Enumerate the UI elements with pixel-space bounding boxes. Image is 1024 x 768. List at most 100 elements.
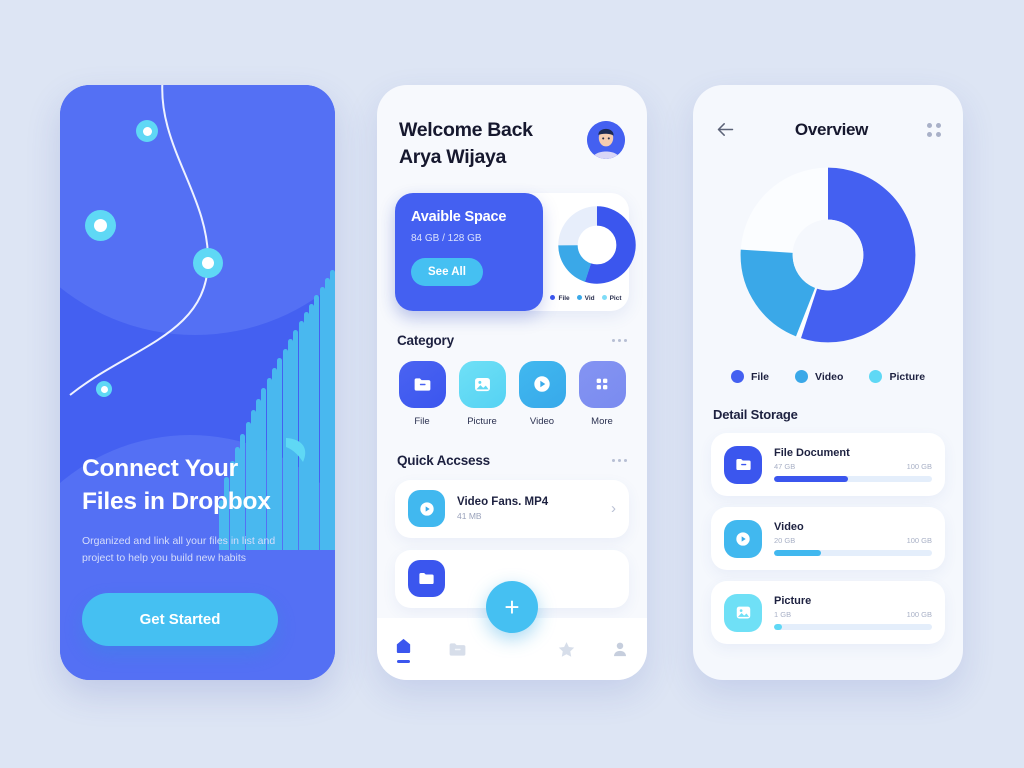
storage-used-video: 20 GB: [774, 536, 796, 545]
person-icon: [614, 642, 627, 657]
mini-legend-item-1: Vid: [576, 294, 595, 302]
quick-access-item-video[interactable]: Video Fans. MP4 41 MB ›: [395, 479, 629, 538]
chart-legend: File Video Picture: [693, 370, 963, 383]
category-label-picture: Picture: [467, 415, 497, 427]
legend-dot-file: [730, 370, 744, 383]
detail-storage-title: Detail Storage: [713, 407, 798, 422]
onboarding-title: Connect Your Files in Dropbox: [82, 452, 313, 519]
mini-chart-legend: File Vid Pict: [547, 294, 625, 302]
welcome-line1: Welcome Back: [399, 119, 533, 141]
legend-dot-video: [795, 370, 809, 383]
storage-row-file[interactable]: File Document 47 GB 100 GB: [711, 433, 945, 496]
quick-access-section-header: Quick Accsess: [377, 453, 647, 468]
category-more-icon[interactable]: [612, 338, 627, 342]
grid-icon: [578, 360, 626, 408]
image-icon: [458, 360, 506, 408]
onboarding-subtitle-line1: Organized and link all your files in lis…: [82, 535, 276, 548]
curve-node-3: [193, 248, 223, 278]
add-button[interactable]: +: [486, 581, 538, 633]
chevron-right-icon[interactable]: ›: [611, 500, 616, 517]
curve-node-2: [85, 210, 116, 241]
curve-node-4: [96, 381, 112, 397]
storage-row-picture[interactable]: Picture 1 GB 100 GB: [711, 581, 945, 644]
folder-icon: [408, 560, 445, 598]
image-icon: [724, 593, 762, 632]
onboarding-content: Connect Your Files in Dropbox Organized …: [60, 452, 335, 680]
storage-meta-picture: 1 GB 100 GB: [774, 610, 932, 619]
nav-item-home[interactable]: [385, 636, 423, 663]
quick-access-name: Video Fans. MP4: [457, 496, 549, 509]
connection-curve: [69, 85, 210, 396]
play-icon: [408, 490, 445, 528]
available-space-card: Avaible Space 84 GB / 128 GB See All Fil…: [395, 192, 636, 311]
storage-used-file: 47 GB: [774, 462, 796, 471]
nav-active-indicator: [397, 659, 411, 663]
curve-node-1: [136, 120, 158, 142]
arrow-left-icon[interactable]: [715, 119, 736, 140]
category-item-picture[interactable]: Picture: [457, 360, 507, 427]
onboarding-title-line1: Connect Your: [82, 454, 238, 482]
legend-item-video: Video: [795, 370, 843, 383]
progress-track-picture: [774, 624, 932, 630]
category-label-more: More: [591, 415, 613, 427]
play-icon: [518, 360, 566, 408]
legend-label-picture: Picture: [889, 370, 926, 383]
quick-access-more-icon[interactable]: [612, 458, 627, 462]
progress-fill-file: [774, 476, 849, 482]
legend-item-picture: Picture: [869, 370, 925, 383]
progress-fill-picture: [774, 624, 782, 630]
onboarding-screen: Connect Your Files in Dropbox Organized …: [60, 85, 335, 680]
legend-label-file: File: [750, 370, 770, 383]
storage-row-video[interactable]: Video 20 GB 100 GB: [711, 507, 945, 570]
avatar-illustration: [587, 121, 625, 159]
category-item-more[interactable]: More: [577, 360, 627, 427]
page-title: Overview: [794, 119, 869, 139]
welcome-title: Welcome Back Arya Wijaya: [399, 117, 533, 171]
mini-legend-item-2: Pict: [601, 294, 622, 302]
storage-used-picture: 1 GB: [774, 610, 792, 619]
quick-access-size: 41 MB: [457, 511, 482, 522]
get-started-button[interactable]: Get Started: [82, 593, 278, 646]
category-label-video: Video: [529, 415, 555, 427]
category-section-header: Category: [377, 333, 647, 348]
available-space-chart-area: File Vid Pict: [543, 193, 636, 311]
folder-icon: [724, 445, 762, 484]
available-space-amount: 84 GB / 128 GB: [411, 232, 482, 244]
available-space-info: Avaible Space 84 GB / 128 GB See All: [395, 192, 543, 311]
donut-svg: [740, 167, 916, 343]
see-all-button[interactable]: See All: [411, 257, 483, 286]
onboarding-subtitle-line2: project to help you build new habits: [82, 552, 247, 565]
folder-icon: [398, 360, 446, 408]
home-screen: Welcome Back Arya Wijaya Avaible Space 8…: [377, 85, 647, 680]
progress-track-video: [774, 550, 932, 556]
progress-fill-video: [774, 550, 822, 556]
storage-body-video: Video 20 GB 100 GB: [774, 521, 932, 556]
storage-total-file: 100 GB: [906, 462, 932, 471]
avatar[interactable]: [587, 121, 625, 159]
onboarding-title-line2: Files in Dropbox: [82, 488, 271, 516]
nav-item-favorites[interactable]: [548, 639, 586, 660]
onboarding-subtitle: Organized and link all your files in lis…: [82, 533, 313, 567]
play-icon: [724, 519, 762, 558]
quick-access-text: Video Fans. MP4 41 MB: [457, 496, 611, 521]
legend-dot-picture: [869, 370, 883, 383]
legend-item-file: File: [730, 370, 770, 383]
category-item-video[interactable]: Video: [517, 360, 567, 427]
storage-meta-file: 47 GB 100 GB: [774, 462, 932, 471]
available-space-title: Avaible Space: [411, 208, 507, 225]
storage-total-picture: 100 GB: [906, 610, 932, 619]
category-list: File Picture Video More: [377, 348, 647, 427]
storage-total-video: 100 GB: [906, 536, 932, 545]
category-item-file[interactable]: File: [397, 360, 447, 427]
nav-item-profile[interactable]: [601, 639, 639, 659]
mini-legend-item-0: File: [550, 294, 570, 302]
poster-canvas: Connect Your Files in Dropbox Organized …: [0, 0, 1024, 768]
quick-access-title: Quick Accsess: [397, 452, 490, 468]
grid-dots-icon[interactable]: [927, 122, 941, 137]
storage-name-video: Video: [774, 521, 804, 533]
home-header: Welcome Back Arya Wijaya: [377, 85, 647, 171]
legend-label-video: Video: [815, 370, 844, 383]
storage-body-file: File Document 47 GB 100 GB: [774, 447, 932, 482]
storage-meta-video: 20 GB 100 GB: [774, 536, 932, 545]
nav-item-files[interactable]: [438, 639, 476, 660]
